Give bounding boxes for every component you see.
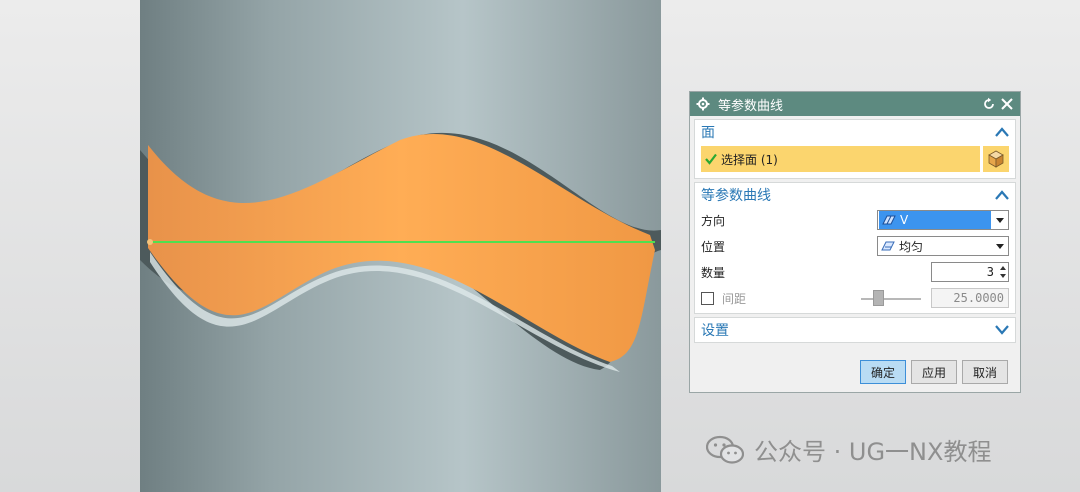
dialog-titlebar[interactable]: 等参数曲线 (690, 92, 1020, 116)
close-icon[interactable] (1000, 97, 1014, 111)
check-icon (705, 153, 717, 165)
spinner-arrows-icon[interactable] (998, 264, 1008, 280)
curve-section-label: 等参数曲线 (701, 188, 771, 204)
iso-curve-dialog: 等参数曲线 面 选择面 (1) 等参数曲线 方向 V 位置 均匀 数量 3 间距… (689, 91, 1021, 393)
face-pick-button[interactable] (983, 146, 1009, 172)
spacing-checkbox[interactable] (701, 291, 714, 305)
apply-button[interactable]: 应用 (910, 360, 957, 384)
chevron-up-icon[interactable] (995, 190, 1009, 200)
count-value[interactable]: 3 (932, 265, 998, 279)
direction-label: 方向 (701, 213, 726, 228)
iso-direction-icon (882, 215, 896, 225)
direction-value: V (900, 213, 909, 227)
spacing-slider[interactable] (861, 289, 921, 307)
reset-icon[interactable] (982, 97, 996, 111)
count-spinner[interactable]: 3 (931, 262, 1009, 282)
position-select[interactable]: 均匀 (877, 236, 1009, 256)
spacing-row: 间距 25.0000 (695, 285, 1015, 311)
wechat-icon (706, 435, 744, 464)
slider-thumb[interactable] (873, 290, 884, 306)
select-face-field[interactable]: 选择面 (1) (701, 146, 980, 172)
direction-select[interactable]: V (877, 210, 1009, 230)
curve-section-header[interactable]: 等参数曲线 (695, 183, 1015, 207)
chevron-up-icon[interactable] (995, 127, 1009, 137)
cancel-button[interactable]: 取消 (961, 360, 1008, 384)
settings-section-header[interactable]: 设置 (695, 318, 1015, 342)
face-section-header[interactable]: 面 (695, 120, 1015, 144)
spacing-label: 间距 (722, 291, 747, 306)
position-row: 位置 均匀 (695, 233, 1015, 259)
curve-start-marker (147, 239, 153, 245)
position-label: 位置 (701, 239, 726, 254)
count-row: 数量 3 (695, 259, 1015, 285)
slider-track (861, 298, 921, 300)
position-value: 均匀 (899, 239, 924, 254)
chevron-down-icon (996, 243, 1004, 249)
face-select-row: 选择面 (1) (701, 146, 1009, 172)
cube-icon (988, 150, 1004, 168)
settings-section-label: 设置 (701, 323, 729, 339)
gear-icon (696, 97, 710, 111)
spacing-value-field[interactable]: 25.0000 (931, 288, 1009, 308)
settings-section: 设置 (694, 317, 1016, 343)
dialog-title: 等参数曲线 (718, 98, 784, 114)
face-section: 面 选择面 (1) (694, 119, 1016, 179)
chevron-down-icon (996, 217, 1004, 223)
curve-section: 等参数曲线 方向 V 位置 均匀 数量 3 间距 25.0000 (694, 182, 1016, 314)
face-section-label: 面 (701, 125, 715, 141)
dialog-buttons: 确定 应用 取消 (859, 360, 1008, 384)
watermark: 公众号 · UG一NX教程 (706, 432, 991, 467)
select-face-label: 选择面 (1) (721, 152, 778, 167)
watermark-text: 公众号 · UG一NX教程 (754, 438, 992, 466)
count-label: 数量 (701, 265, 726, 280)
chevron-down-icon[interactable] (995, 325, 1009, 335)
direction-row: 方向 V (695, 207, 1015, 233)
ok-button[interactable]: 确定 (859, 360, 906, 384)
iso-position-icon (881, 241, 895, 251)
